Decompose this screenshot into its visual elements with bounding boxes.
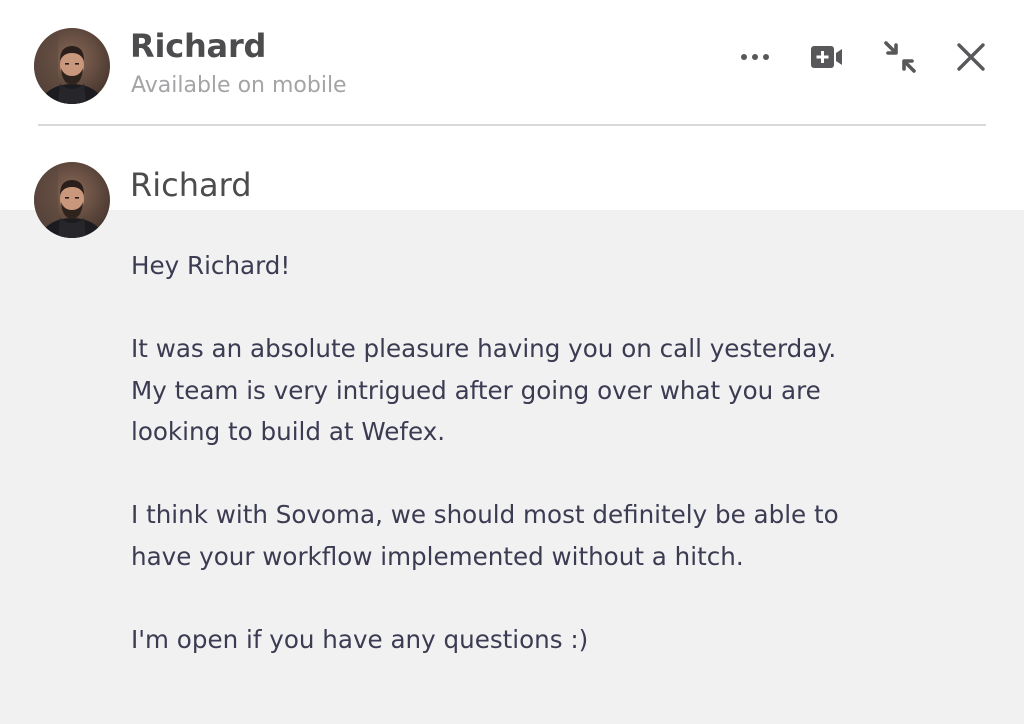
video-call-icon (811, 46, 842, 68)
more-options-button[interactable] (732, 34, 778, 80)
message-sender-name: Richard (130, 166, 252, 204)
avatar-photo (34, 162, 110, 238)
contact-status: Available on mobile (131, 73, 347, 98)
more-horizontal-icon (741, 54, 769, 60)
contact-avatar[interactable] (34, 28, 110, 104)
close-icon (957, 43, 985, 71)
video-call-button[interactable] (804, 34, 850, 80)
sender-avatar[interactable] (34, 162, 110, 238)
chat-window: Richard Available on mobile Richard Hey … (0, 0, 1024, 724)
header-divider (38, 124, 986, 126)
message-paragraph: I'm open if you have any questions :) (131, 624, 589, 654)
avatar-photo (34, 28, 110, 104)
chat-header: Richard Available on mobile (0, 0, 1024, 126)
minimize-arrows-icon (884, 41, 916, 73)
close-button[interactable] (948, 34, 994, 80)
message-paragraph: It was an absolute pleasure having you o… (131, 334, 837, 446)
message-paragraph: I think with Sovoma, we should most defi… (131, 500, 839, 571)
message-body: Hey Richard! It was an absolute pleasure… (131, 245, 991, 702)
minimize-button[interactable] (877, 34, 923, 80)
contact-name: Richard (130, 27, 267, 65)
message-paragraph: Hey Richard! (131, 251, 291, 280)
